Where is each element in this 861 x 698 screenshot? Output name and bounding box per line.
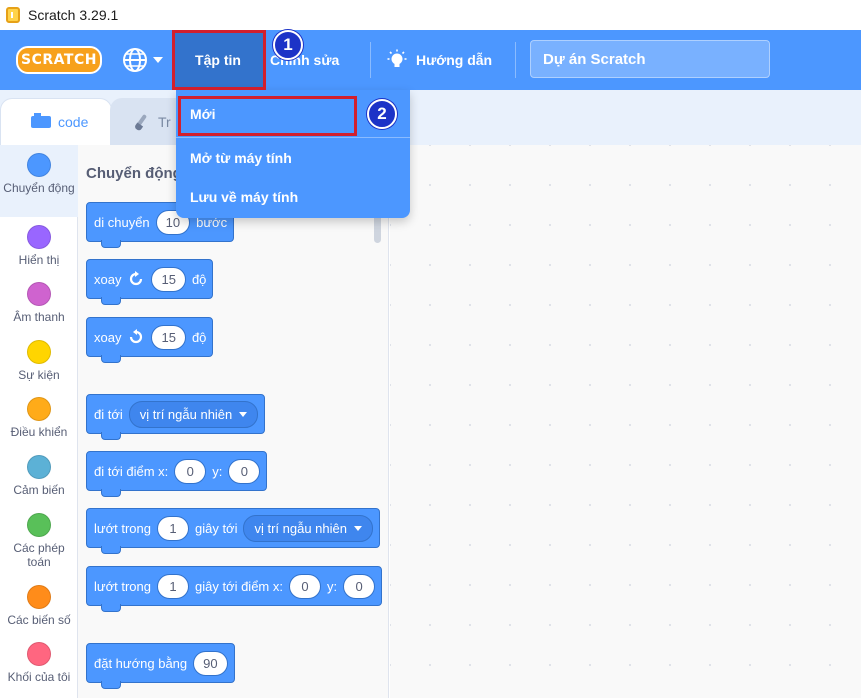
category-label: Âm thanh [13, 310, 65, 324]
chevron-down-icon [354, 525, 362, 531]
block-text: độ [191, 329, 207, 345]
looks-category-icon [27, 225, 51, 249]
block-text: đi tới [94, 406, 123, 422]
block-text: di chuyển [94, 214, 150, 230]
dropdown-value: vị trí ngẫu nhiên [139, 406, 233, 422]
block-text: giây tới điểm x: [194, 578, 283, 594]
window-title: Scratch 3.29.1 [28, 7, 119, 23]
scratch-app-icon [6, 7, 20, 23]
menu-bar: SCRATCH Tập tin Chỉnh sửa Hướng dẫn Dự á… [0, 30, 861, 90]
lightbulb-icon [387, 49, 407, 67]
block-text: giây tới [194, 520, 238, 536]
x-input[interactable]: 0 [288, 573, 321, 599]
sound-category-icon [27, 282, 51, 306]
x-input[interactable]: 0 [174, 458, 207, 484]
sensing-category-icon [27, 455, 51, 479]
goto-target-dropdown[interactable]: vị trí ngẫu nhiên [128, 400, 259, 428]
category-menu: Chuyển động Hiển thị Âm thanh Sự kiện Đi… [0, 145, 78, 698]
events-category-icon [27, 340, 51, 364]
block-text: xoay [94, 271, 122, 287]
editor-tabs: code Tr [0, 90, 861, 145]
block-goto-xy[interactable]: đi tới điểm x: 0 y: 0 [86, 451, 268, 497]
degrees-input[interactable]: 15 [151, 266, 186, 292]
rotate-left-icon [130, 329, 143, 344]
category-label: Các phép toán [13, 541, 65, 569]
tab-costumes-label: Tr [158, 113, 171, 130]
menu-tutorials[interactable]: Hướng dẫn [386, 30, 506, 90]
block-text: lướt trong [94, 578, 151, 594]
category-label: Sự kiện [18, 368, 60, 382]
step-1-badge: 1 [273, 30, 303, 60]
script-workspace[interactable] [390, 145, 861, 698]
category-label: Khối của tôi [7, 670, 71, 684]
glide-target-dropdown[interactable]: vị trí ngẫu nhiên [243, 514, 373, 542]
category-sensing[interactable]: Cảm biến [0, 455, 78, 497]
highlight-box-file-menu [172, 30, 266, 90]
tab-code-label: code [58, 114, 89, 130]
block-text: xoay [94, 329, 122, 345]
menu-divider [370, 42, 371, 78]
category-motion[interactable]: Chuyển động [0, 145, 78, 217]
degrees-input[interactable]: 15 [151, 324, 186, 350]
block-glide-xy[interactable]: lướt trong 1 giây tới điểm x: 0 y: 0 [86, 566, 383, 612]
block-glide[interactable]: lướt trong 1 giây tới vị trí ngẫu nhiên [86, 508, 380, 554]
category-control[interactable]: Điều khiển [0, 397, 78, 439]
category-label: Hiển thị [18, 253, 60, 267]
dropdown-value: vị trí ngẫu nhiên [254, 520, 347, 536]
menu-divider [515, 42, 516, 78]
direction-input[interactable]: 90 [193, 650, 228, 676]
control-category-icon [27, 397, 51, 421]
tab-code[interactable]: code [0, 98, 112, 145]
block-turn-right[interactable]: xoay 15 độ [86, 259, 214, 305]
logo-text: SCRATCH [21, 52, 97, 68]
palette-heading: Chuyển động [86, 165, 182, 182]
category-label: Các biến số [7, 613, 71, 627]
y-input[interactable]: 0 [228, 458, 261, 484]
seconds-input[interactable]: 1 [156, 515, 189, 541]
block-text: đặt hướng bằng [94, 655, 188, 671]
block-point-direction[interactable]: đặt hướng bằng 90 [86, 643, 235, 689]
chevron-down-icon [239, 411, 248, 417]
chevron-down-icon [153, 57, 163, 63]
brush-icon [134, 114, 150, 130]
operators-category-icon [27, 513, 51, 537]
block-turn-left[interactable]: xoay 15 độ [86, 317, 214, 363]
category-my-blocks[interactable]: Khối của tôi [0, 642, 78, 684]
block-goto[interactable]: đi tới vị trí ngẫu nhiên [86, 394, 266, 440]
category-sound[interactable]: Âm thanh [0, 282, 78, 324]
category-operators[interactable]: Các phép toán [0, 513, 78, 569]
block-text: đi tới điểm x: [94, 463, 169, 479]
project-title-input[interactable]: Dự án Scratch [530, 40, 770, 78]
block-text: y: [326, 578, 338, 594]
category-label: Điều khiển [10, 425, 68, 439]
menu-item-open-from-computer[interactable]: Mở từ máy tính [176, 137, 410, 177]
scratch-window: Scratch 3.29.1 SCRATCH Tập tin Chỉnh sửa [0, 0, 861, 698]
block-palette: Chuyển động di chuyển 10 bước xoay 15 độ… [78, 145, 389, 698]
menu-tutorials-label: Hướng dẫn [416, 52, 493, 68]
y-input[interactable]: 0 [343, 573, 376, 599]
category-label: Cảm biến [13, 483, 65, 497]
language-button[interactable] [122, 44, 174, 76]
scratch-logo[interactable]: SCRATCH [16, 46, 102, 74]
category-events[interactable]: Sự kiện [0, 340, 78, 382]
rotate-right-icon [130, 271, 143, 286]
block-text: lướt trong [94, 520, 151, 536]
category-looks[interactable]: Hiển thị [0, 225, 78, 267]
code-blocks-icon [31, 113, 51, 128]
step-2-badge: 2 [367, 99, 397, 129]
my-blocks-category-icon [27, 642, 51, 666]
block-text: y: [212, 463, 223, 479]
category-variables[interactable]: Các biến số [0, 585, 78, 627]
menu-item-save-to-computer[interactable]: Lưu về máy tính [176, 177, 410, 217]
highlight-box-new-item [178, 96, 357, 136]
block-text: độ [191, 271, 207, 287]
variables-category-icon [27, 585, 51, 609]
seconds-input[interactable]: 1 [156, 573, 189, 599]
category-label: Chuyển động [3, 181, 75, 195]
title-bar: Scratch 3.29.1 [0, 0, 861, 30]
globe-icon [123, 48, 147, 72]
motion-category-icon [27, 153, 51, 177]
